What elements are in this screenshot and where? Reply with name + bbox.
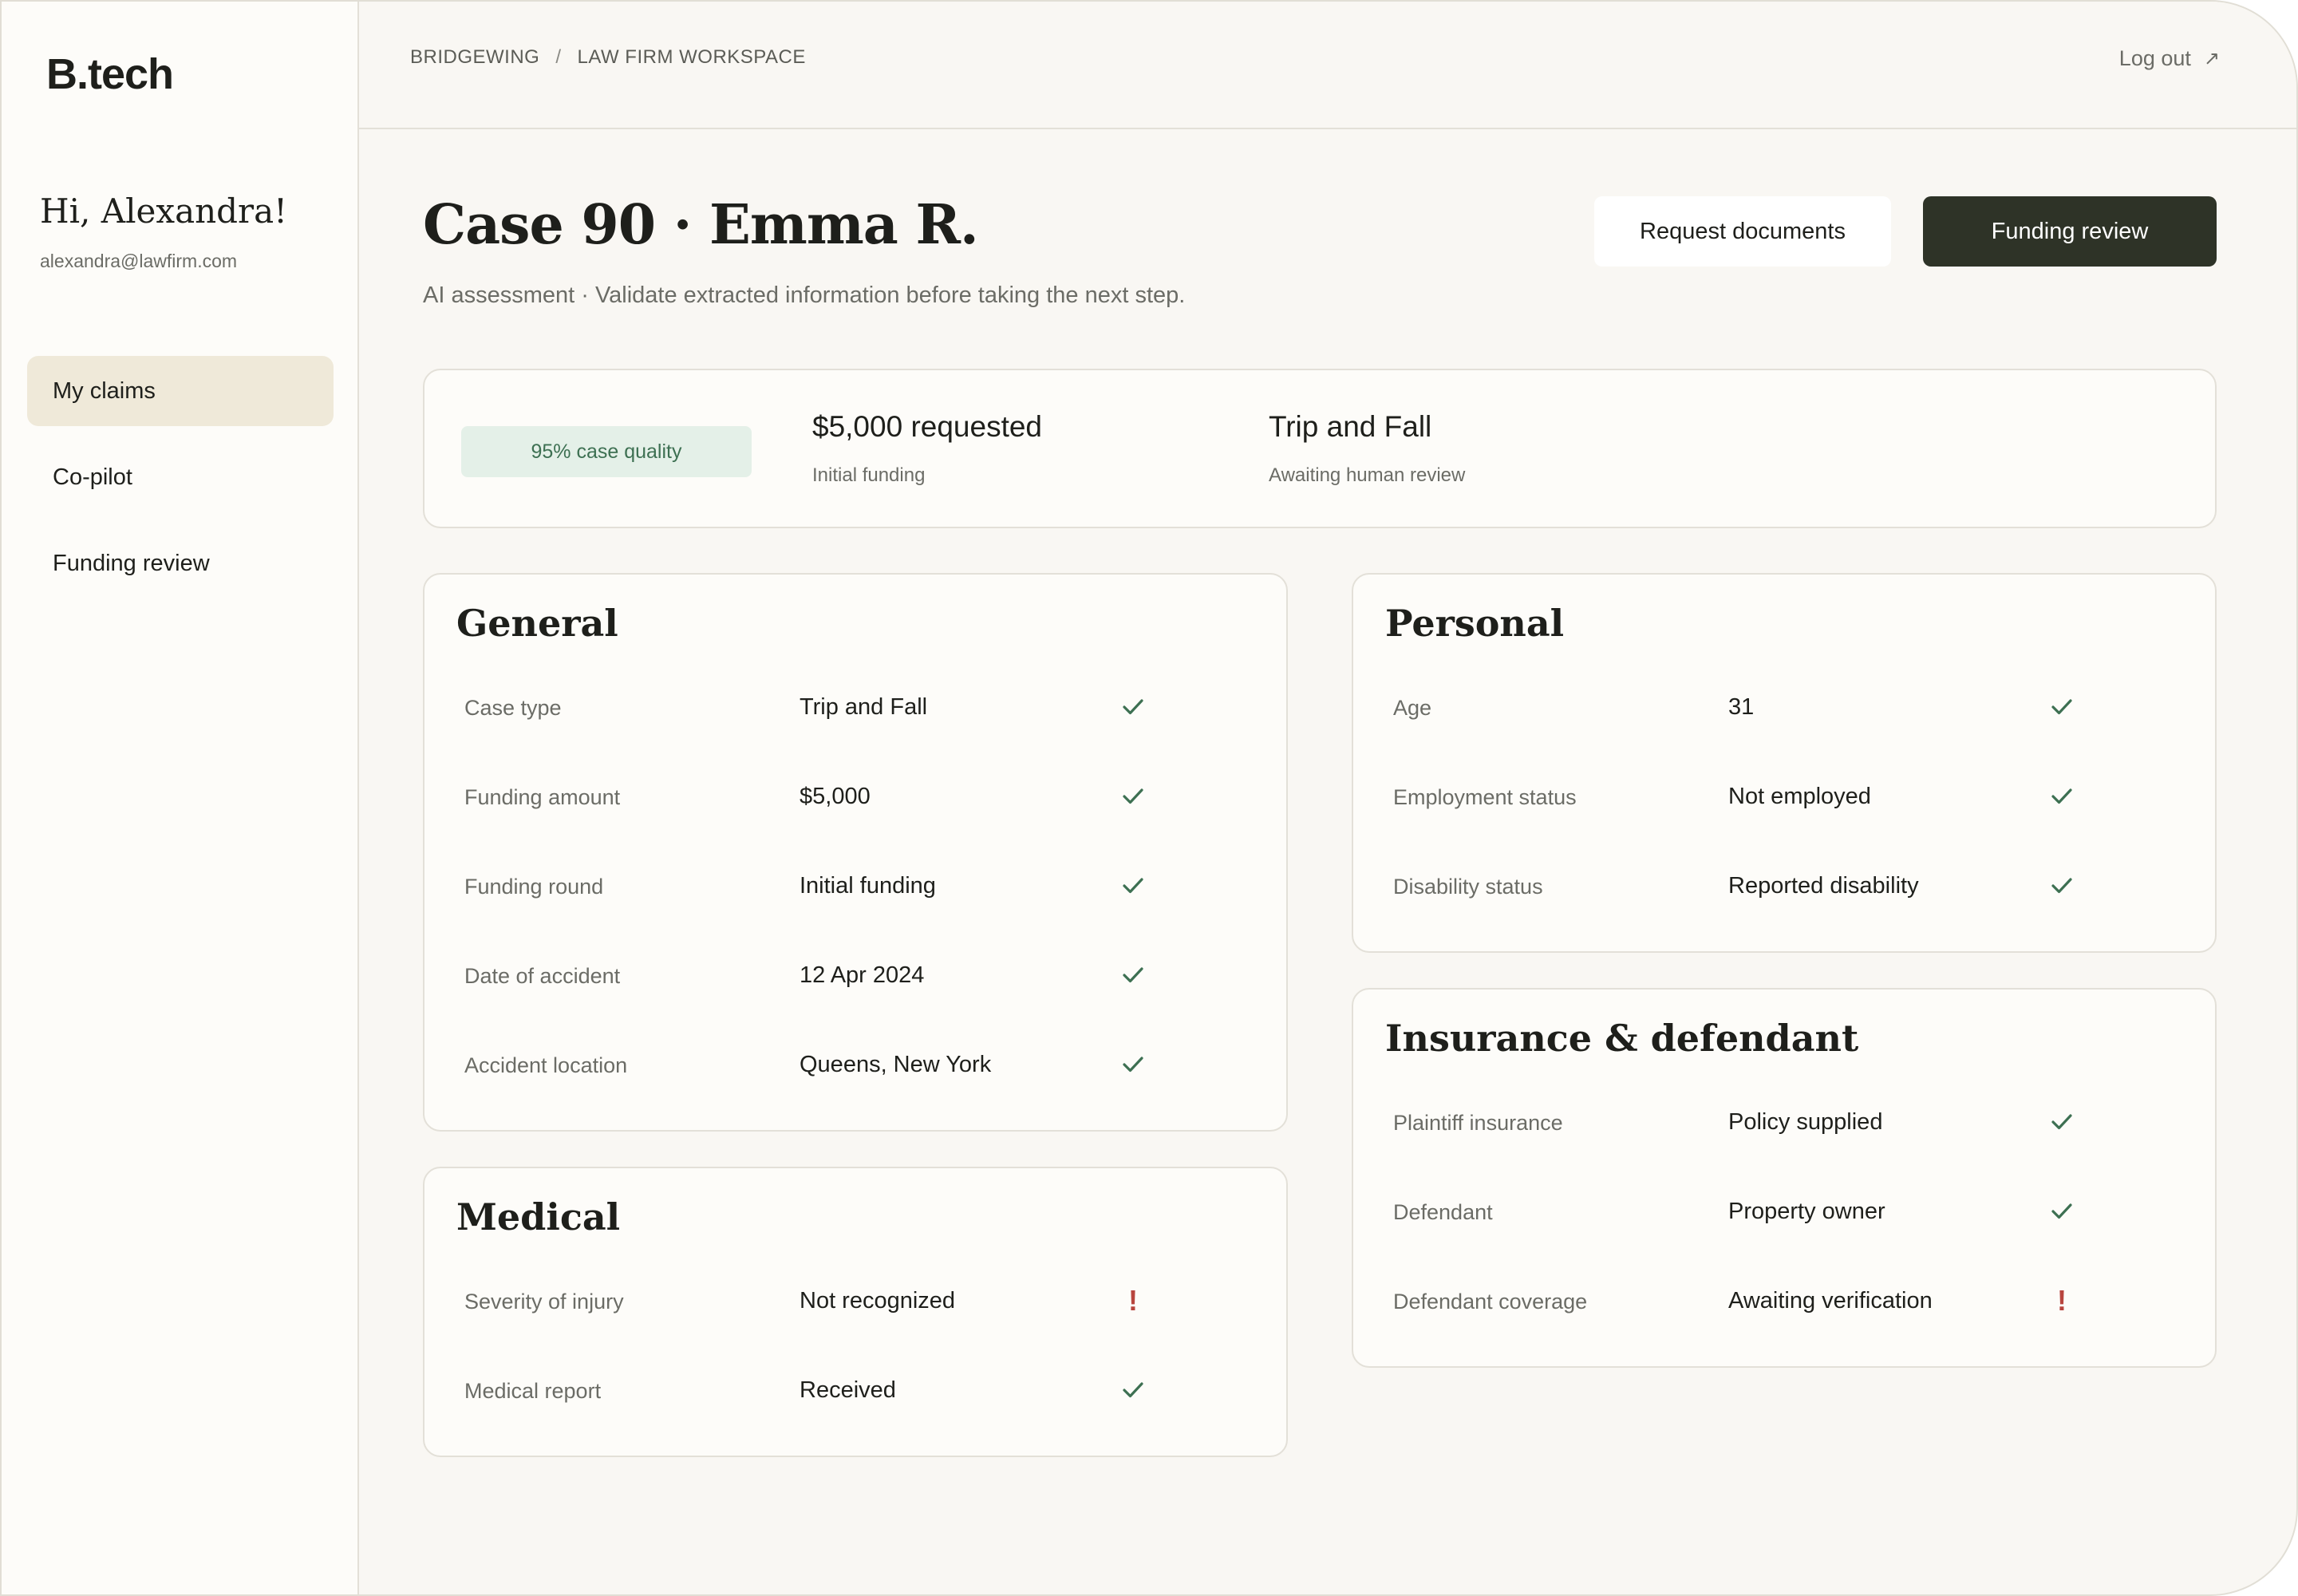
check-icon	[2046, 1103, 2078, 1141]
sidebar-item-label: Co-pilot	[53, 464, 132, 490]
exclamation-icon: !	[1128, 1284, 1138, 1317]
field-label: Date of accident	[464, 964, 621, 988]
check-icon	[2046, 688, 2078, 726]
greeting: Hi, Alexandra!	[40, 192, 288, 231]
page-title: Case 90 · Emma R.	[423, 193, 979, 257]
sidebar-nav: My claims Co-pilot Funding review	[27, 356, 334, 614]
check-icon	[1117, 867, 1149, 905]
sidebar-item-co-pilot[interactable]: Co-pilot	[27, 442, 334, 512]
check-icon	[1117, 1371, 1149, 1409]
request-documents-button[interactable]: Request documents	[1594, 196, 1891, 267]
field-label: Accident location	[464, 1053, 628, 1077]
field-list: Age 31 Employment status Not employed Disabi…	[1393, 664, 2255, 932]
field-label: Funding amount	[464, 785, 621, 809]
sidebar-item-funding-review[interactable]: Funding review	[27, 528, 334, 598]
field-list: Case type Trip and Fall Funding amount $5,0…	[464, 664, 1326, 1111]
field-list: Plaintiff insurance Policy supplied Defend…	[1393, 1079, 2255, 1347]
field-label: Medical report	[464, 1379, 602, 1403]
case-quality-badge: 95% case quality	[461, 426, 752, 477]
section-title: Personal	[1385, 602, 1565, 645]
page-subtitle: AI assessment · Validate extracted infor…	[423, 282, 1186, 308]
field-row: Funding amount $5,000	[464, 753, 1326, 843]
field-label: Severity of injury	[464, 1290, 624, 1314]
field-label: Funding round	[464, 875, 604, 899]
check-icon	[2046, 777, 2078, 816]
field-list: Severity of injury Not recognized! Medical…	[464, 1258, 1326, 1436]
check-icon	[1117, 688, 1149, 726]
general-section: General Case type Trip and Fall Funding am…	[423, 573, 1288, 1132]
user-email: alexandra@lawfirm.com	[40, 251, 238, 271]
field-value: Not recognized	[800, 1288, 956, 1314]
logout-button[interactable]: Log out ↗	[2119, 46, 2220, 71]
breadcrumb-item-workspace[interactable]: LAW FIRM WORKSPACE	[578, 46, 806, 69]
field-value: Property owner	[1728, 1199, 1885, 1224]
summary-case-type-sub: Awaiting human review	[1269, 464, 1466, 486]
topbar: BRIDGEWING / LAW FIRM WORKSPACE Log out …	[359, 2, 2296, 129]
field-row: Defendant Property owner	[1393, 1168, 2255, 1258]
insurance-section: Insurance & defendant Plaintiff insuranc…	[1352, 988, 2217, 1368]
app-window: B.tech Hi, Alexandra! alexandra@lawfirm.…	[0, 0, 2298, 1596]
logo[interactable]: B.tech	[46, 49, 174, 99]
section-title: Medical	[456, 1195, 621, 1238]
funding-review-button[interactable]: Funding review	[1923, 196, 2217, 267]
field-row: Funding round Initial funding	[464, 843, 1326, 932]
field-label: Employment status	[1393, 785, 1577, 809]
field-row: Defendant coverage Awaiting verification!	[1393, 1258, 2255, 1347]
summary-card: 95% case quality $5,000 requested Initia…	[423, 369, 2217, 528]
field-label: Disability status	[1393, 875, 1543, 899]
field-label: Plaintiff insurance	[1393, 1111, 1563, 1135]
check-icon	[2046, 1192, 2078, 1231]
field-value: 31	[1728, 694, 1755, 720]
breadcrumb: BRIDGEWING / LAW FIRM WORKSPACE	[410, 46, 806, 69]
field-row: Severity of injury Not recognized!	[464, 1258, 1326, 1347]
field-row: Accident location Queens, New York	[464, 1021, 1326, 1111]
field-row: Date of accident 12 Apr 2024	[464, 932, 1326, 1021]
field-value: Awaiting verification	[1728, 1288, 1933, 1314]
field-label: Defendant	[1393, 1200, 1493, 1224]
field-value: Initial funding	[800, 873, 936, 899]
sidebar-item-label: Funding review	[53, 550, 210, 576]
summary-case-type: Trip and Fall Awaiting human review	[1269, 410, 1465, 487]
field-label: Defendant coverage	[1393, 1290, 1588, 1314]
field-row: Age 31	[1393, 664, 2255, 753]
field-value: Not employed	[1728, 784, 1871, 809]
field-value: 12 Apr 2024	[800, 962, 925, 988]
sidebar-item-my-claims[interactable]: My claims	[27, 356, 334, 426]
summary-amount: $5,000 requested	[812, 410, 1043, 443]
summary-case-type-value: Trip and Fall	[1269, 410, 1432, 443]
check-icon	[1117, 956, 1149, 994]
field-label: Case type	[464, 696, 562, 720]
field-value: Reported disability	[1728, 873, 1919, 899]
breadcrumb-item-bridgewing[interactable]: BRIDGEWING	[410, 46, 539, 69]
summary-amount-sub: Initial funding	[812, 464, 926, 486]
field-row: Medical report Received	[464, 1347, 1326, 1436]
field-row: Disability status Reported disability	[1393, 843, 2255, 932]
external-arrow-icon: ↗	[2203, 48, 2220, 69]
section-title: Insurance & defendant	[1385, 1017, 1859, 1060]
check-icon	[1117, 1045, 1149, 1084]
field-value: Queens, New York	[800, 1052, 992, 1077]
breadcrumb-separator: /	[555, 46, 562, 68]
field-value: Policy supplied	[1728, 1109, 1883, 1135]
field-value: Received	[800, 1377, 896, 1403]
field-label: Age	[1393, 696, 1432, 720]
sidebar: B.tech Hi, Alexandra! alexandra@lawfirm.…	[2, 2, 359, 1594]
field-row: Plaintiff insurance Policy supplied	[1393, 1079, 2255, 1168]
field-row: Case type Trip and Fall	[464, 664, 1326, 753]
field-value: $5,000	[800, 784, 871, 809]
sidebar-item-label: My claims	[53, 377, 156, 404]
field-value: Trip and Fall	[800, 694, 928, 720]
personal-section: Personal Age 31 Employment status Not emplo…	[1352, 573, 2217, 953]
medical-section: Medical Severity of injury Not recognized…	[423, 1167, 1288, 1457]
summary-funding: $5,000 requested Initial funding	[812, 410, 1042, 487]
field-row: Employment status Not employed	[1393, 753, 2255, 843]
section-title: General	[456, 602, 618, 645]
logout-label: Log out	[2118, 46, 2191, 70]
exclamation-icon: !	[2057, 1284, 2067, 1317]
check-icon	[1117, 777, 1149, 816]
check-icon	[2046, 867, 2078, 905]
